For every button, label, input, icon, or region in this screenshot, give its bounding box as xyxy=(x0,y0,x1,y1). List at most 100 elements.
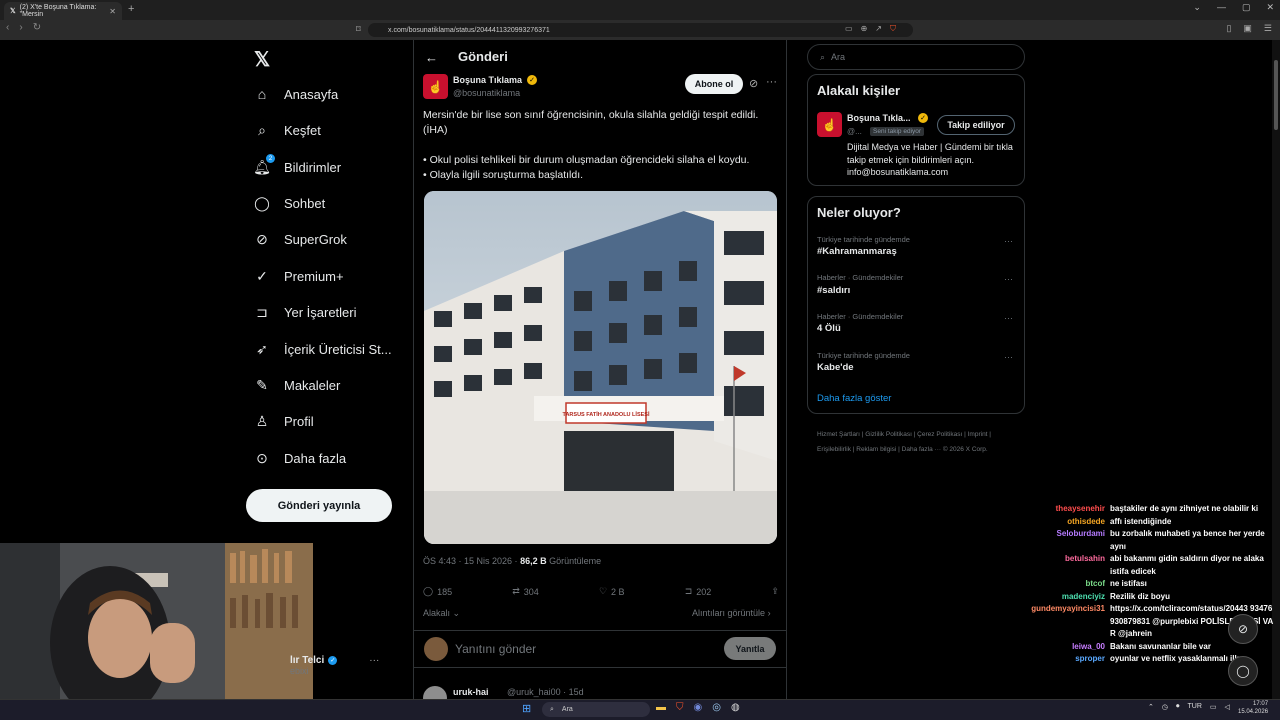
tab-list-icon[interactable]: ⌄ xyxy=(1193,2,1201,13)
forward-icon[interactable]: › xyxy=(19,22,22,33)
author-name[interactable]: Boşuna Tıklama xyxy=(453,75,522,85)
avatar[interactable]: ☝ xyxy=(817,112,842,137)
sidebar-item-label: Bildirimler xyxy=(284,159,342,175)
post-button[interactable]: Gönderi yayınla xyxy=(246,489,392,522)
show-more-link[interactable]: Daha fazla göster xyxy=(817,393,891,404)
url-field[interactable]: x.com/bosunatiklama/status/2044411320993… xyxy=(368,23,913,37)
x-logo-icon[interactable]: 𝕏 xyxy=(254,47,270,72)
view-label: Görüntüleme xyxy=(546,556,602,566)
reply-input[interactable]: Yanıtını gönder xyxy=(455,642,536,656)
sidebar-item-creator-studio[interactable]: ➶ İçerik Üreticisi St... xyxy=(254,341,392,357)
bookmark-icon: ⊐ xyxy=(684,586,693,596)
view-quotes-link[interactable]: Alıntıları görüntüle › xyxy=(692,608,771,618)
bookmark-count: 202 xyxy=(696,586,712,597)
share-action[interactable]: ⇪ xyxy=(771,586,779,597)
more-options-icon[interactable]: ··· xyxy=(1004,352,1013,362)
reply-author-handle: @uruk_hai00 · 15d xyxy=(507,687,584,697)
sidebar-item-more[interactable]: ⊙ Daha fazla xyxy=(254,450,346,466)
more-options-icon[interactable]: ··· xyxy=(1004,236,1013,246)
chat-username: betulsahin xyxy=(1064,554,1105,563)
repost-action[interactable]: ⇄ 304 xyxy=(512,586,539,597)
steam-icon[interactable]: ◎ xyxy=(712,702,721,713)
zoom-icon[interactable]: ⊕ xyxy=(861,24,868,34)
taskbar-search[interactable]: ⌕ Ara xyxy=(542,702,650,717)
shield-icon[interactable]: ⛉ xyxy=(890,24,896,34)
brave-icon[interactable]: ⛉ xyxy=(676,702,684,713)
sidebar-item-notifications[interactable]: 🔔︎ 2 Bildirimler xyxy=(253,154,342,175)
back-icon[interactable]: ‹ xyxy=(6,22,9,33)
reply-count: 185 xyxy=(437,586,453,597)
verified-badge-icon: ✓ xyxy=(328,656,338,665)
related-dropdown[interactable]: Alakalı ⌄ xyxy=(423,608,460,619)
trend-meta: Haberler · Gündemdekiler xyxy=(817,273,904,282)
menu-icon[interactable]: ☰ xyxy=(1264,23,1272,34)
related-label: Alakalı xyxy=(423,608,451,618)
cast-icon[interactable]: ▭ xyxy=(845,24,853,34)
reload-icon[interactable]: ↻ xyxy=(33,22,41,33)
sidebar-item-premium[interactable]: ✓ Premium+ xyxy=(254,268,343,284)
close-tab-icon[interactable]: ✕ xyxy=(109,7,116,16)
volume-icon[interactable]: ◁ xyxy=(1225,703,1230,711)
language-indicator[interactable]: TUR xyxy=(1187,703,1201,711)
more-options-icon[interactable]: ··· xyxy=(1004,274,1013,284)
like-action[interactable]: ♡ 2 B xyxy=(599,586,625,597)
sidebar-item-profile[interactable]: ♙ Profil xyxy=(254,413,314,429)
avatar[interactable]: ☝ xyxy=(423,74,448,99)
sidebar-item-articles[interactable]: ✎ Makaleler xyxy=(254,377,340,393)
sidebar-item-bookmarks[interactable]: ⊐ Yer İşaretleri xyxy=(254,304,356,320)
tweet-paragraph: Mersin'de bir lise son sınıf öğrencisini… xyxy=(423,109,759,136)
footer-links[interactable]: Hizmet Şartları | Gizlilik Politikası | … xyxy=(817,427,1017,457)
account-switcher[interactable]: lır Telci ✓ ··· ebixi xyxy=(290,655,379,676)
network-icon[interactable]: ◷ xyxy=(1162,703,1168,711)
tweet-time[interactable]: ÖS 4:43 · 15 Nis 2026 · xyxy=(423,556,520,566)
sidebar-item-chat[interactable]: ◯ Sohbet xyxy=(254,195,325,211)
display-icon[interactable]: ▭ xyxy=(1210,703,1217,711)
sidebar-item-home[interactable]: ⌂ Anasayfa xyxy=(254,86,338,102)
reply-author-name[interactable]: uruk-hai xyxy=(453,687,489,697)
bookmark-action[interactable]: ⊐ 202 xyxy=(685,586,712,597)
rocket-icon: ➶ xyxy=(256,340,268,357)
tweet-photo[interactable]: TARSUS FATİH ANADOLU LİSESİ xyxy=(424,191,777,544)
sidebar-item-label: Makaleler xyxy=(284,377,341,393)
sidebar-item-supergrok[interactable]: ⊘ SuperGrok xyxy=(254,231,347,247)
mic-icon[interactable]: ⏺ xyxy=(1176,703,1180,711)
window-controls: ⌄ — ▢ ✕ xyxy=(1193,2,1274,13)
grok-icon[interactable]: ⊘ xyxy=(1228,614,1258,644)
browser-nav: ‹ › ↻ xyxy=(6,22,41,33)
author-handle[interactable]: @bosunatiklama xyxy=(453,88,520,98)
folder-icon[interactable]: ▬ xyxy=(656,702,666,713)
sidebar-icon[interactable]: ▯ xyxy=(1226,23,1231,34)
more-options-icon[interactable]: ··· xyxy=(766,76,777,88)
reply-action[interactable]: ◯ 185 xyxy=(423,586,452,597)
person-name[interactable]: Boşuna Tıkla... xyxy=(847,113,911,123)
maximize-icon[interactable]: ▢ xyxy=(1242,2,1251,13)
trend-item[interactable]: 4 Ölü xyxy=(817,323,841,334)
sidebar-item-explore[interactable]: ⌕ Keşfet xyxy=(254,122,321,138)
trend-item[interactable]: #Kahramanmaraş xyxy=(817,246,897,257)
obs-icon[interactable]: ◍ xyxy=(731,702,740,713)
new-tab-button[interactable]: + xyxy=(128,3,134,15)
trend-item[interactable]: #saldırı xyxy=(817,285,850,296)
search-input[interactable]: ⌕ Ara xyxy=(807,44,1025,70)
following-button[interactable]: Takip ediliyor xyxy=(937,115,1015,135)
reply-button[interactable]: Yanıtla xyxy=(724,637,776,660)
chat-icon[interactable]: ◯ xyxy=(1228,656,1258,686)
trend-item[interactable]: Kabe'de xyxy=(817,362,854,373)
browser-tab[interactable]: 𝕏 (2) X'te Boşuna Tıklama: "Mersin ✕ xyxy=(4,2,122,20)
discord-icon[interactable]: ◉ xyxy=(694,702,703,713)
bookmark-page-icon[interactable]: ⌑ xyxy=(356,24,361,35)
wallet-icon[interactable]: ▣ xyxy=(1243,23,1252,34)
grok-icon[interactable]: ⊘ xyxy=(749,77,758,90)
close-window-icon[interactable]: ✕ xyxy=(1266,2,1274,13)
windows-start-icon[interactable]: ⊞ xyxy=(522,702,531,715)
taskbar-clock[interactable]: 17:07 15.04.2026 xyxy=(1238,700,1268,716)
share-icon[interactable]: ↗ xyxy=(875,24,882,34)
minimize-icon[interactable]: — xyxy=(1217,2,1226,13)
back-arrow-icon[interactable]: ← xyxy=(425,50,438,65)
scrollbar-thumb[interactable] xyxy=(1274,60,1278,130)
subscribe-button[interactable]: Abone ol xyxy=(685,74,743,94)
more-options-icon[interactable]: ··· xyxy=(369,655,379,666)
x-favicon-icon: 𝕏 xyxy=(10,8,16,15)
chevron-up-icon[interactable]: ⌃ xyxy=(1148,703,1154,711)
more-options-icon[interactable]: ··· xyxy=(1004,313,1013,323)
